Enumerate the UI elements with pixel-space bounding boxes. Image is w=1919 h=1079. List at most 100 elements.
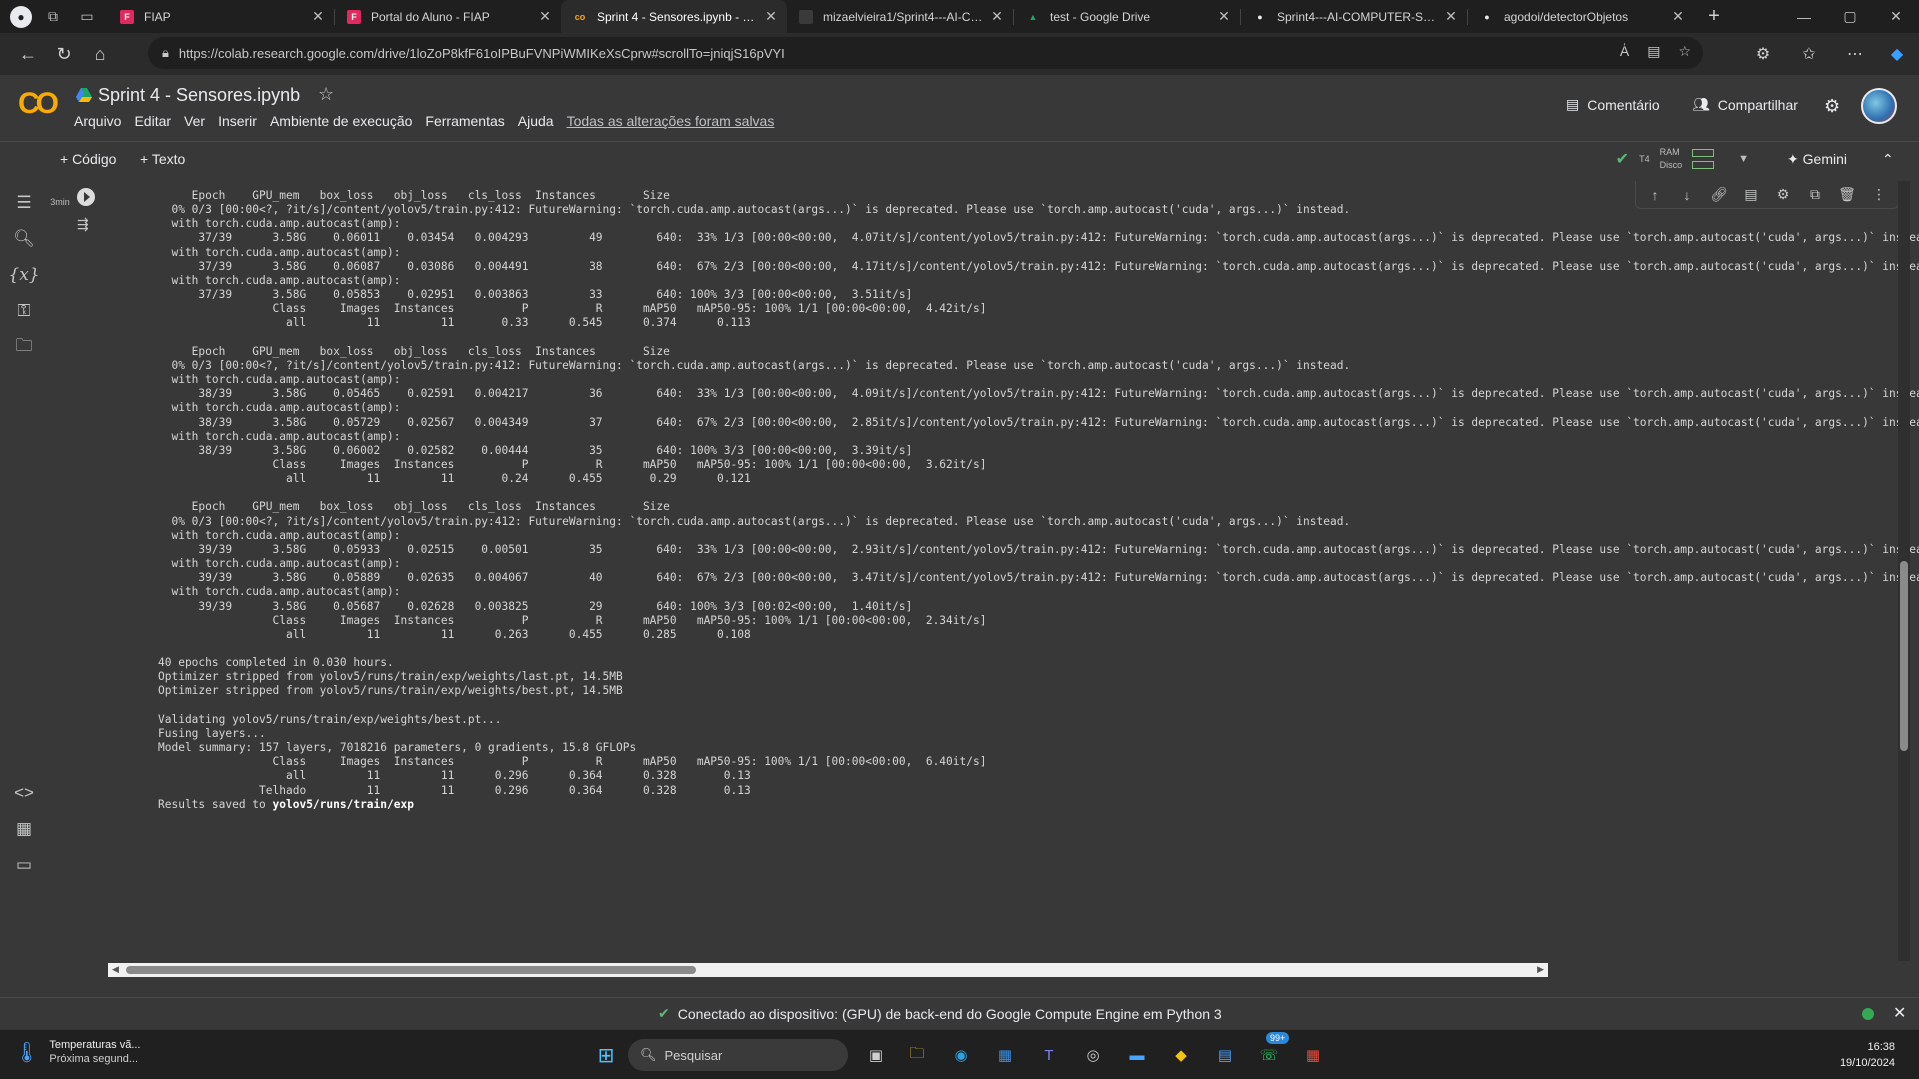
add-code-button[interactable]: + Código — [60, 151, 116, 167]
maximize-icon[interactable]: ▢ — [1827, 0, 1873, 33]
terminal-icon[interactable]: ▭ — [12, 853, 36, 877]
menu-item[interactable]: Ajuda — [518, 113, 554, 129]
secrets-key-icon[interactable]: ⚿ — [12, 299, 36, 323]
tab-actions-icon[interactable]: ▭ — [74, 4, 100, 30]
variables-icon[interactable]: {x} — [8, 263, 39, 287]
vertical-scrollbar[interactable] — [1898, 181, 1910, 961]
close-tab-icon[interactable]: ✕ — [1670, 8, 1686, 25]
search-icon[interactable]: 🔍︎ — [12, 227, 36, 251]
browser-tab[interactable]: co Sprint 4 - Sensores.ipynb - Cola ✕ — [561, 0, 787, 33]
taskbar-search[interactable]: 🔍︎ Pesquisar — [628, 1039, 848, 1071]
scroll-left-icon[interactable]: ◀ — [112, 964, 119, 975]
menu-item[interactable]: Ferramentas — [425, 113, 504, 129]
weather-widget[interactable]: 🌡︎ Temperaturas vã... Próxima segund... — [14, 1038, 140, 1066]
link-icon[interactable]: 🔗︎ — [1708, 186, 1730, 203]
app-icon-red[interactable]: ▦ — [1299, 1041, 1327, 1069]
task-view-icon[interactable]: ▣ — [862, 1041, 890, 1069]
copilot-icon[interactable]: ◆ — [1884, 41, 1910, 67]
close-tab-icon[interactable]: ✕ — [1216, 8, 1232, 25]
browser-tab[interactable]: ● Sprint4---AI-COMPUTER-SYSTE ✕ — [1241, 0, 1467, 33]
system-clock[interactable]: 16:38 19/10/2024 — [1840, 1039, 1895, 1071]
move-up-icon[interactable]: ↑ — [1644, 187, 1666, 203]
saved-status[interactable]: Todas as alterações foram salvas — [567, 113, 775, 129]
close-tab-icon[interactable]: ✕ — [537, 8, 553, 25]
horizontal-scrollbar[interactable]: ◀ ▶ — [108, 963, 1548, 977]
more-menu-icon[interactable]: ⋯ — [1842, 41, 1868, 67]
avatar[interactable] — [1861, 88, 1897, 124]
file-explorer-icon[interactable]: 🗀 — [903, 1041, 931, 1069]
scrollbar-thumb[interactable] — [1900, 561, 1908, 751]
notepad-icon[interactable]: ▤ — [1211, 1041, 1239, 1069]
remote-desktop-icon[interactable]: ▬ — [1123, 1041, 1151, 1069]
browser-tab[interactable]: F FIAP ✕ — [108, 0, 334, 33]
close-tab-icon[interactable]: ✕ — [989, 8, 1005, 25]
gemini-button[interactable]: ✦ Gemini — [1787, 151, 1847, 168]
home-icon[interactable]: ⌂ — [82, 36, 118, 72]
windows-start-icon[interactable]: ⊞ — [592, 1041, 620, 1069]
menu-item[interactable]: Ver — [184, 113, 205, 129]
move-down-icon[interactable]: ↓ — [1676, 187, 1698, 203]
add-text-button[interactable]: + Texto — [140, 151, 185, 167]
drive-icon[interactable] — [76, 87, 92, 103]
store-icon[interactable]: ▦ — [991, 1041, 1019, 1069]
close-status-icon[interactable]: ✕ — [1893, 1003, 1906, 1023]
run-cell-button[interactable] — [77, 188, 95, 206]
menu-item[interactable]: Editar — [134, 113, 171, 129]
immersive-reader-icon[interactable]: ▤ — [1647, 43, 1660, 60]
colab-logo[interactable]: CO — [18, 87, 62, 120]
workspaces-icon[interactable]: ⧉ — [40, 4, 66, 30]
output-line: Optimizer stripped from yolov5/runs/trai… — [158, 670, 623, 684]
runtime-type: T4 — [1639, 154, 1650, 164]
close-tab-icon[interactable]: ✕ — [1443, 8, 1459, 25]
close-window-icon[interactable]: ✕ — [1873, 0, 1919, 33]
cell-toolbar: ↑ ↓ 🔗︎ ▤ ⚙ ⧉ 🗑︎ ⋮ — [1635, 181, 1899, 209]
files-folder-icon[interactable]: 🗀 — [12, 335, 36, 359]
profile-icon[interactable]: ● — [10, 5, 32, 28]
command-palette-icon[interactable]: ▦ — [12, 817, 36, 841]
star-icon[interactable]: ☆ — [318, 84, 334, 105]
scrollbar-thumb[interactable] — [126, 966, 696, 974]
comment-cell-icon[interactable]: ▤ — [1740, 186, 1762, 203]
new-tab-button[interactable]: + — [1700, 3, 1728, 31]
read-aloud-icon[interactable]: A͗ — [1620, 43, 1629, 60]
output-line: 0% 0/3 [00:00<?, ?it/s]/content/yolov5/t… — [158, 514, 1351, 528]
whatsapp-icon[interactable]: ☏ — [1255, 1041, 1283, 1069]
close-tab-icon[interactable]: ✕ — [310, 8, 326, 25]
minimize-icon[interactable]: — — [1781, 0, 1827, 33]
share-button[interactable]: 👥︎ Compartilhar — [1692, 96, 1798, 113]
browser-tab[interactable]: F Portal do Aluno - FIAP ✕ — [335, 0, 561, 33]
connection-status: ✔ Conectado ao dispositivo: (GPU) de bac… — [658, 1005, 1222, 1022]
cell-settings-icon[interactable]: ⚙ — [1772, 186, 1794, 203]
menu-item[interactable]: Arquivo — [74, 113, 121, 129]
git-icon[interactable]: ◆ — [1167, 1041, 1195, 1069]
browser-tab[interactable]: mizaelvieira1/Sprint4---AI-COM ✕ — [787, 0, 1013, 33]
table-of-contents-icon[interactable]: ☰ — [12, 191, 36, 215]
comment-button[interactable]: ▤ Comentário — [1566, 96, 1660, 113]
runtime-dropdown-icon[interactable]: ▼ — [1738, 153, 1749, 165]
delete-icon[interactable]: 🗑︎ — [1836, 186, 1858, 203]
menu-item[interactable]: Inserir — [218, 113, 257, 129]
extensions-icon[interactable]: ⚙ — [1750, 41, 1776, 67]
more-vert-icon[interactable]: ⋮ — [1868, 186, 1890, 203]
close-tab-icon[interactable]: ✕ — [763, 8, 779, 25]
browser-tab[interactable]: ● agodoi/detectorObjetos ✕ — [1468, 0, 1694, 33]
back-icon[interactable]: ← — [10, 36, 46, 72]
favorite-star-icon[interactable]: ☆ — [1678, 43, 1691, 60]
teams-icon[interactable]: T — [1035, 1041, 1063, 1069]
runtime-status[interactable]: ✔ T4 RAM Disco ▼ — [1616, 146, 1749, 172]
browser-tab[interactable]: ▲ test - Google Drive ✕ — [1014, 0, 1240, 33]
notebook-title[interactable]: Sprint 4 - Sensores.ipynb — [98, 85, 300, 106]
refresh-icon[interactable]: ↻ — [46, 36, 82, 72]
settings-gear-icon[interactable]: ⚙ — [1824, 96, 1840, 117]
mirror-cell-icon[interactable]: ⧉ — [1804, 186, 1826, 203]
collapse-header-icon[interactable]: ⌃ — [1882, 151, 1894, 168]
output-line: Telhado 11 11 0.296 0.364 0.328 0.13 — [158, 783, 751, 797]
edge-icon[interactable]: ◉ — [947, 1041, 975, 1069]
app-icon[interactable]: ◎ — [1079, 1041, 1107, 1069]
output-actions-icon[interactable]: ⇶ — [77, 216, 89, 233]
code-snippets-icon[interactable]: <> — [12, 781, 36, 805]
menu-item[interactable]: Ambiente de execução — [270, 113, 412, 129]
url-bar[interactable]: 🔒︎ https://colab.research.google.com/dri… — [148, 37, 1703, 69]
favorites-icon[interactable]: ✩ — [1796, 41, 1822, 67]
scroll-right-icon[interactable]: ▶ — [1537, 964, 1544, 975]
